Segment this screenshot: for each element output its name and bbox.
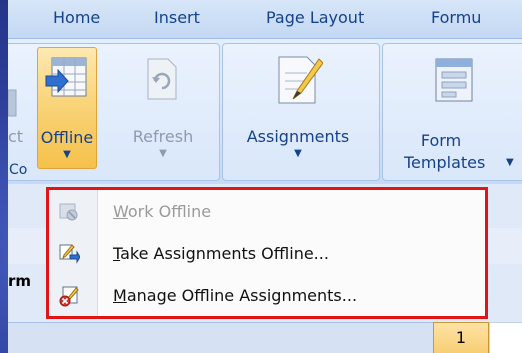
sheet-partial-label: rm	[8, 272, 32, 290]
refresh-dropdown-arrow-icon: ▼	[159, 148, 167, 159]
offline-button-label: Offline	[40, 128, 94, 147]
tab-page-layout[interactable]: Page Layout	[266, 8, 364, 27]
menu-item-label: Work Offline	[113, 202, 212, 221]
row-header: 1	[433, 322, 489, 353]
offline-dropdown-menu: Work Offline Take Assignments Offline...…	[46, 187, 488, 319]
assignments-dropdown-arrow-icon: ▼	[294, 148, 302, 159]
application-window: Home Insert Page Layout Formu Co ct Offl…	[8, 0, 522, 353]
menu-item-work-offline[interactable]: Work Offline	[49, 192, 485, 232]
form-templates-label-line2: Templates	[404, 153, 486, 172]
offline-icon	[45, 57, 87, 97]
take-offline-icon	[59, 244, 80, 264]
partial-button-icon	[8, 89, 17, 117]
form-templates-button[interactable]: Form Templates ▼	[386, 47, 522, 172]
tab-formulas[interactable]: Formu	[431, 8, 481, 27]
refresh-button[interactable]: Refresh ▼	[120, 47, 206, 167]
group-label: Co	[9, 162, 28, 178]
offline-dropdown-arrow-icon: ▼	[63, 149, 71, 160]
manage-offline-icon	[59, 286, 79, 307]
ribbon-tab-bar: Home Insert Page Layout Formu	[8, 0, 522, 39]
menu-item-label: Take Assignments Offline...	[113, 244, 329, 263]
partial-button-label: ct	[8, 127, 24, 146]
assignments-button-label: Assignments	[246, 127, 350, 146]
form-templates-label-line1: Form	[420, 131, 462, 150]
refresh-button-label: Refresh	[132, 127, 194, 146]
offline-button[interactable]: Offline ▼	[37, 47, 97, 169]
work-offline-icon	[59, 203, 78, 221]
menu-item-manage-offline-assignments[interactable]: Manage Offline Assignments...	[49, 276, 485, 316]
menu-item-label: Manage Offline Assignments...	[113, 286, 358, 305]
form-templates-dropdown-arrow-icon: ▼	[506, 157, 514, 168]
menu-item-take-assignments-offline[interactable]: Take Assignments Offline...	[49, 234, 485, 274]
assignments-button[interactable]: Assignments ▼	[228, 47, 368, 167]
cell[interactable]	[489, 322, 522, 353]
tab-insert[interactable]: Insert	[154, 8, 200, 27]
form-templates-icon	[435, 58, 473, 102]
refresh-icon	[147, 58, 177, 100]
assignments-icon	[278, 56, 323, 104]
tab-home[interactable]: Home	[53, 8, 100, 27]
